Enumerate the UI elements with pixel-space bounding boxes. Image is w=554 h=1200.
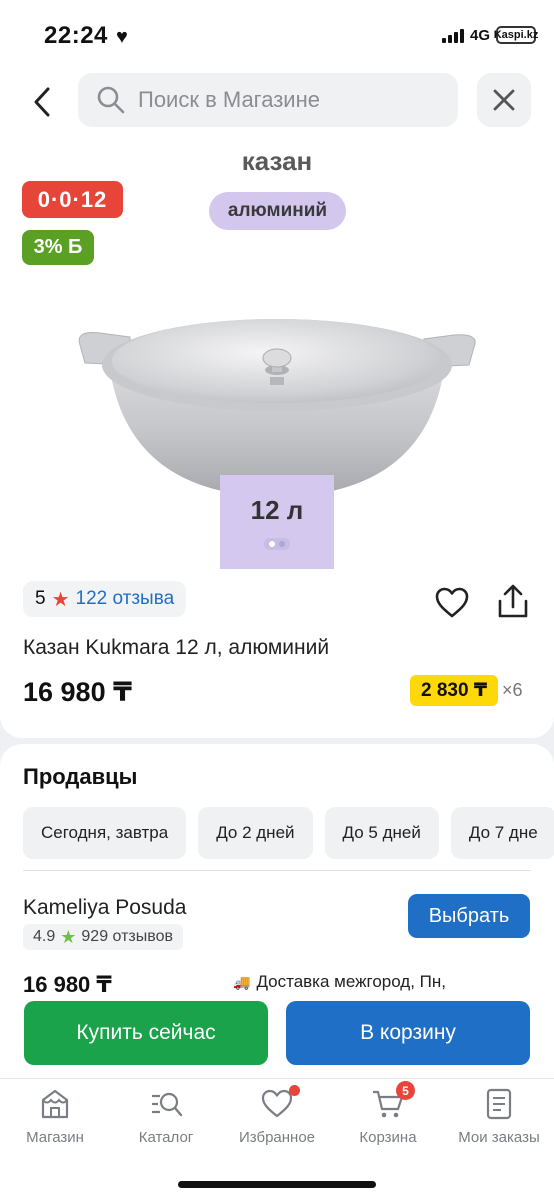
filter-chip[interactable]: Сегодня, завтра (23, 807, 187, 859)
close-button[interactable] (477, 73, 531, 127)
product-image-label: казан (241, 146, 313, 176)
tab-favorites[interactable]: Избранное (222, 1085, 332, 1146)
monthly-payment[interactable]: 2 830 ₸ ×6 (410, 675, 523, 706)
tab-cart[interactable]: 5 Корзина (333, 1081, 443, 1146)
favorite-heart-icon[interactable] (434, 585, 470, 621)
search-icon (97, 86, 125, 114)
delivery-filters: Сегодня, завтра До 2 дней До 5 дней До 7… (23, 807, 554, 859)
back-button[interactable] (22, 82, 62, 122)
truck-icon: 🚚 (233, 973, 251, 990)
tab-label: Магазин (26, 1129, 84, 1146)
reviews-link[interactable]: 122 отзыва (76, 588, 175, 610)
favorites-badge-dot (289, 1085, 300, 1096)
delivery-info: 🚚 Доставка межгород, Пн, (233, 972, 446, 992)
chevron-left-icon (34, 87, 50, 117)
delivery-text: Доставка межгород, Пн, (256, 972, 447, 991)
installment-badge: 0·0·12 (22, 181, 123, 218)
sellers-title: Продавцы (23, 764, 138, 789)
search-bar[interactable] (78, 73, 458, 127)
status-time: 22:24 (44, 22, 108, 49)
orders-icon (486, 1088, 512, 1120)
bonus-badge: 3% Б (22, 230, 94, 265)
product-title: Казан Kukmara 12 л, алюминий (23, 636, 330, 659)
cart-icon-wrap: 5 (371, 1081, 415, 1121)
star-icon: ★ (60, 926, 77, 947)
tab-label: Каталог (138, 1129, 194, 1146)
rating-value: 5 (35, 588, 46, 609)
buy-now-button[interactable]: Купить сейчас (24, 1001, 268, 1065)
seller-reviews: 929 отзывов (81, 928, 173, 945)
tab-bar: Магазин Каталог Избранное 5 Корзина Мои … (0, 1078, 554, 1200)
material-pill: алюминий (209, 192, 346, 230)
divider (23, 870, 531, 871)
battery-text: Kaspi.kz (493, 29, 539, 41)
product-card: казан алюминий 0·0·12 3% Б 12 л 5 ★ (0, 70, 554, 738)
pagination-dot[interactable] (279, 540, 285, 547)
filter-chip[interactable]: До 7 дне (450, 807, 554, 859)
seller-rating: 4.9 ★ 929 отзывов (23, 924, 183, 950)
tab-label: Корзина (359, 1129, 417, 1146)
close-icon (493, 89, 515, 111)
heart-status-icon: ♥ (116, 26, 128, 48)
store-icon (41, 1089, 69, 1119)
seller-name[interactable]: Kameliya Posuda (23, 896, 186, 920)
action-bar: Купить сейчас В корзину (0, 992, 554, 1078)
pagination-dot[interactable] (269, 540, 275, 547)
battery-icon: Kaspi.kz (493, 26, 539, 44)
volume-tag: 12 л (220, 475, 334, 569)
share-icon[interactable] (494, 583, 532, 621)
choose-seller-button[interactable]: Выбрать (408, 894, 530, 938)
product-price: 16 980 ₸ (23, 677, 132, 707)
status-indicators: 4G Kaspi.kz (441, 26, 539, 44)
image-pagination[interactable] (264, 537, 290, 550)
monthly-amount: 2 830 ₸ (410, 675, 499, 706)
sellers-section: Продавцы Сегодня, завтра До 2 дней До 5 … (0, 744, 554, 1004)
cart-badge: 5 (396, 1081, 415, 1100)
seller-rating-value: 4.9 (33, 928, 56, 945)
tab-catalog[interactable]: Каталог (111, 1087, 221, 1146)
status-bar: 22:24 ♥ 4G Kaspi.kz (0, 0, 554, 70)
signal-icon (441, 27, 464, 43)
filter-chip[interactable]: До 2 дней (198, 807, 313, 859)
tab-store[interactable]: Магазин (0, 1087, 110, 1146)
home-indicator[interactable] (178, 1181, 376, 1188)
months-count: ×6 (502, 680, 523, 700)
tab-orders[interactable]: Мои заказы (444, 1087, 554, 1146)
star-icon: ★ (51, 588, 70, 611)
heart-icon-wrap (260, 1085, 300, 1121)
tab-label: Мои заказы (458, 1129, 540, 1146)
tab-label: Избранное (238, 1129, 316, 1146)
rating-chip[interactable]: 5 ★ 122 отзыва (23, 581, 187, 617)
add-to-cart-button[interactable]: В корзину (286, 1001, 530, 1065)
volume-label: 12 л (250, 494, 304, 525)
network-type: 4G (469, 26, 490, 44)
search-input[interactable] (138, 87, 438, 113)
filter-chip[interactable]: До 5 дней (324, 807, 439, 859)
catalog-search-icon (152, 1092, 183, 1117)
